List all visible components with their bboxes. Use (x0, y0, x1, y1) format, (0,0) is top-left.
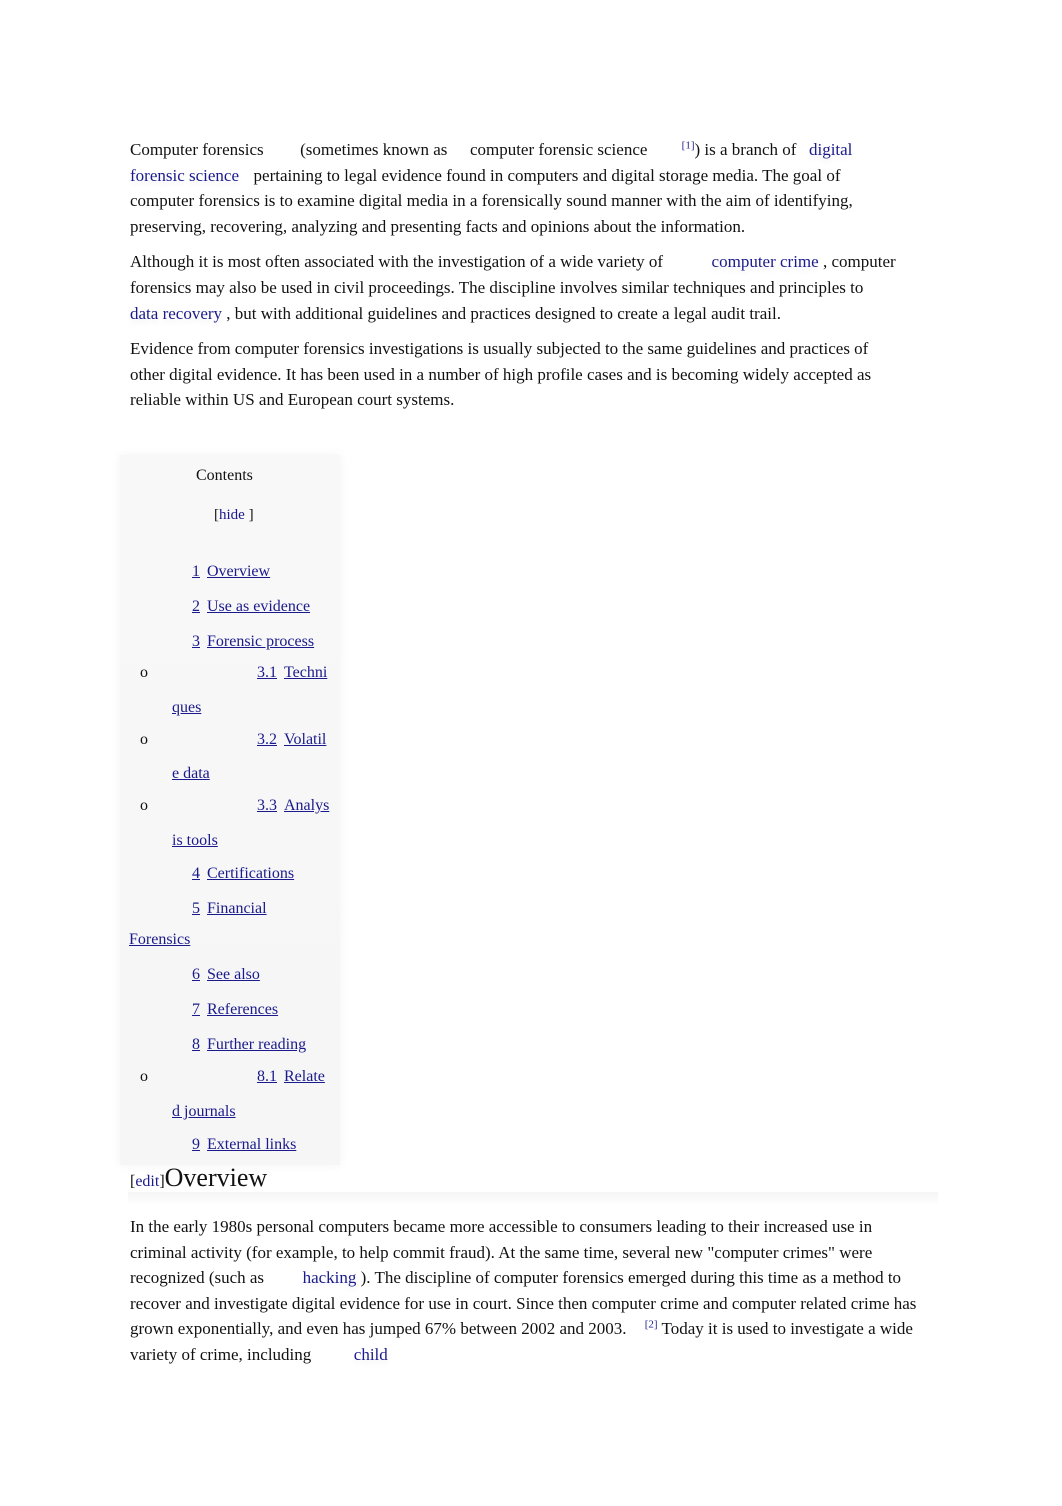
child-link[interactable]: child (354, 1345, 388, 1364)
overview-section: In the early 1980s personal computers be… (130, 1214, 920, 1378)
text: pertaining to legal evidence found in co… (130, 165, 853, 236)
data-recovery-link[interactable]: data recovery (130, 304, 222, 323)
text: ) is a branch of (694, 140, 797, 159)
intro-paragraph-3: Evidence from computer forensics investi… (130, 339, 872, 410)
text: (sometimes known as (300, 140, 448, 159)
toc-item-analysis-tools[interactable]: 3.3 Analys (257, 797, 329, 815)
bullet: o (140, 664, 148, 681)
toc-item-techniques[interactable]: 3.1 Techni (257, 664, 327, 682)
intro-paragraph-2: Although it is most often associated wit… (130, 249, 900, 326)
toc-item-techniques-wrap[interactable]: ques (172, 699, 201, 717)
edit-section: [edit] (130, 1173, 165, 1190)
toc-item-certifications[interactable]: 4 Certifications (192, 865, 294, 883)
toc-item-financial-forensics[interactable]: 5 Financial (192, 900, 267, 918)
toc-item-related-journals[interactable]: 8.1 Relate (257, 1068, 325, 1086)
toc-item-external-links[interactable]: 9 External links (192, 1136, 296, 1154)
section-heading-overview: [edit]Overview (130, 1163, 267, 1193)
toc-item-analysis-tools-wrap[interactable]: is tools (172, 832, 218, 850)
toc-item-volatile-data-wrap[interactable]: e data (172, 765, 210, 783)
text: Although it is most often associated wit… (130, 252, 664, 272)
table-of-contents: Contents [hide ] 1 Overview 2 Use as evide… (120, 455, 340, 1165)
bullet: o (140, 731, 148, 748)
term-computer-forensics: Computer forensics (130, 140, 264, 159)
text: computer forensic science (469, 140, 648, 159)
reference-2-link[interactable]: [2] (645, 1319, 658, 1331)
bullet: o (140, 1068, 148, 1085)
intro-paragraph-1: Computer forensics (sometimes known as c… (130, 137, 900, 239)
overview-paragraph: In the early 1980s personal computers be… (130, 1214, 920, 1368)
computer-crime-link[interactable]: computer crime (712, 252, 819, 271)
toc-item-financial-forensics-wrap[interactable]: Forensics (129, 931, 190, 949)
bracket: ] (248, 507, 254, 523)
reference-1-link[interactable]: [1] (682, 139, 695, 151)
toc-item-overview[interactable]: 1 Overview (192, 563, 270, 581)
toc-item-references[interactable]: 7 References (192, 1001, 278, 1019)
toc-item-see-also[interactable]: 6 See also (192, 966, 260, 984)
toc-title: Contents (196, 467, 253, 484)
bullet: o (140, 797, 148, 814)
toc-hide-toggle: [hide ] (214, 507, 254, 524)
hacking-link[interactable]: hacking (303, 1268, 357, 1287)
text: , but with additional guidelines and pra… (226, 303, 781, 323)
article-intro: Computer forensics (sometimes known as c… (130, 137, 900, 423)
edit-link[interactable]: edit (135, 1173, 159, 1190)
toc-item-use-as-evidence[interactable]: 2 Use as evidence (192, 598, 310, 616)
toc-item-related-journals-wrap[interactable]: d journals (172, 1103, 236, 1121)
toc-item-volatile-data[interactable]: 3.2 Volatil (257, 731, 326, 749)
toc-item-forensic-process[interactable]: 3 Forensic process (192, 633, 314, 651)
toc-hide-link[interactable]: hide (219, 507, 245, 523)
toc-item-further-reading[interactable]: 8 Further reading (192, 1036, 306, 1054)
heading-divider (128, 1192, 938, 1206)
heading-text: Overview (164, 1163, 268, 1192)
